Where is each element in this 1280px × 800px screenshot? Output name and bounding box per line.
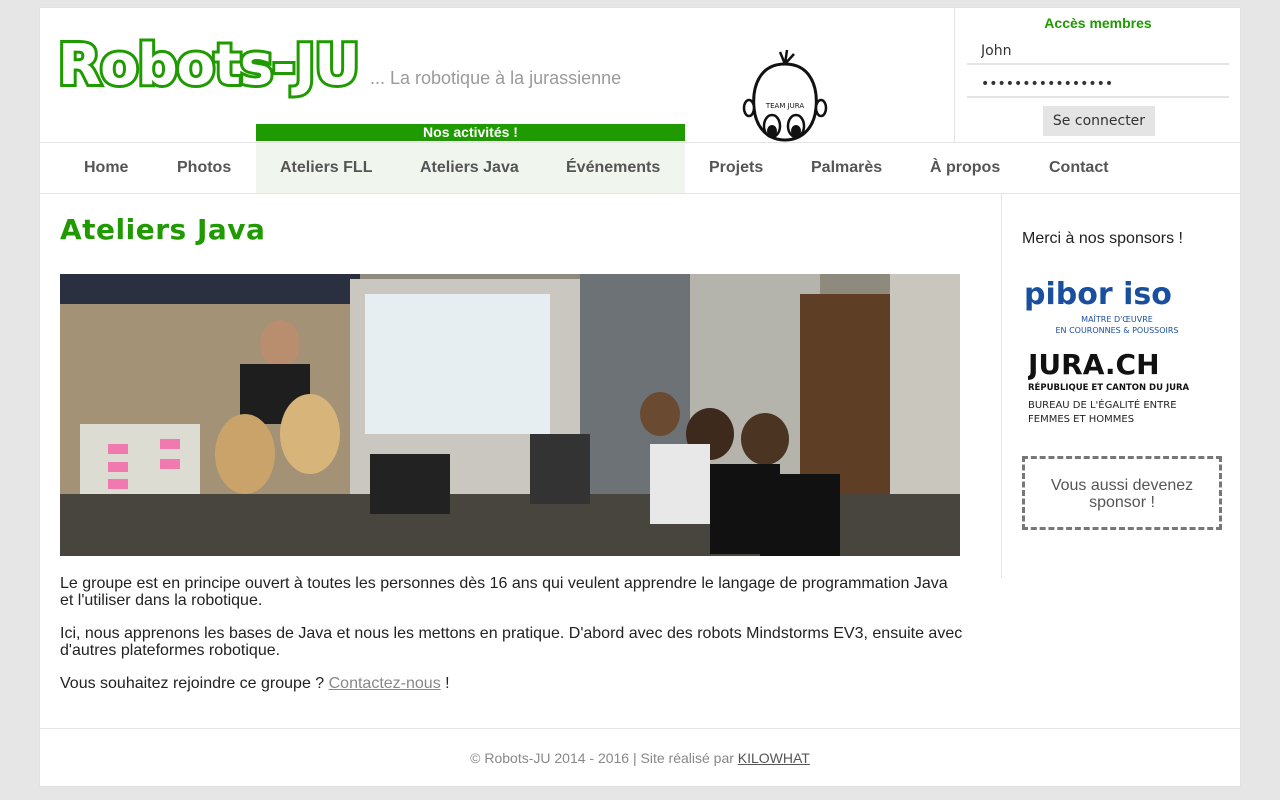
- main-nav: Home Photos Ateliers FLL Ateliers Java É…: [40, 143, 1240, 194]
- sponsors-title: Merci à nos sponsors !: [1022, 230, 1183, 247]
- become-sponsor-box[interactable]: Vous aussi devenez sponsor !: [1022, 456, 1222, 530]
- mascot-text: TEAM JURA: [765, 102, 805, 110]
- mascot-logo: TEAM JURA: [742, 49, 828, 142]
- nav-item-a-propos[interactable]: À propos: [930, 143, 1000, 193]
- member-title: Accès membres: [1044, 15, 1152, 31]
- sponsor1-name: pibor iso: [1024, 277, 1172, 312]
- sponsor2-sub2: BUREAU DE L'ÉGALITÉ ENTRE: [1028, 398, 1177, 411]
- details-paragraph: Ici, nous apprenons les bases de Java et…: [60, 625, 963, 659]
- site-tagline: ... La robotique à la jurassienne: [370, 68, 622, 88]
- intro-paragraph: Le groupe est en principe ouvert à toute…: [60, 575, 948, 609]
- footer: © Robots-JU 2014 - 2016 | Site réalisé p…: [40, 728, 1240, 787]
- sponsor2-sub1: RÉPUBLIQUE ET CANTON DU JURA: [1028, 381, 1190, 393]
- sponsor1-sub1: MAÎTRE D'ŒUVRE: [1081, 313, 1153, 324]
- sponsor2-sub3: FEMMES ET HOMMES: [1028, 414, 1134, 425]
- nav-item-photos[interactable]: Photos: [177, 143, 231, 193]
- nav-item-contact[interactable]: Contact: [1049, 143, 1109, 193]
- footer-kilowhat-link[interactable]: KILOWHAT: [738, 750, 810, 766]
- nav-item-projets[interactable]: Projets: [709, 143, 763, 193]
- join-text: Vous souhaitez rejoindre ce groupe ?: [60, 675, 329, 692]
- header: Robots-JU ... La robotique à la jurassie…: [40, 8, 1240, 143]
- page-title: Ateliers Java: [60, 213, 266, 246]
- member-login-box: Accès membres Se connecter: [954, 8, 1241, 142]
- sponsor2-name: JURA.CH: [1028, 348, 1160, 381]
- footer-text: © Robots-JU 2014 - 2016 | Site réalisé p…: [470, 750, 738, 766]
- page: Robots-JU ... La robotique à la jurassie…: [40, 8, 1240, 786]
- username-input[interactable]: [967, 39, 1229, 65]
- nav-item-evenements[interactable]: Événements: [566, 143, 660, 193]
- nav-item-home[interactable]: Home: [84, 143, 128, 193]
- login-button[interactable]: Se connecter: [1043, 106, 1155, 136]
- password-input[interactable]: [967, 72, 1229, 98]
- nav-item-ateliers-fll[interactable]: Ateliers FLL: [280, 143, 372, 193]
- nav-item-palmares[interactable]: Palmarès: [811, 143, 882, 193]
- join-paragraph: Vous souhaitez rejoindre ce groupe ? Con…: [60, 675, 965, 692]
- workshop-photo: [60, 274, 960, 556]
- site-logo[interactable]: Robots-JU: [55, 31, 363, 101]
- sidebar-divider: [1001, 194, 1002, 578]
- join-text-end: !: [440, 675, 450, 692]
- activities-banner: Nos activités !: [256, 124, 685, 141]
- nav-item-ateliers-java[interactable]: Ateliers Java: [420, 143, 519, 193]
- become-sponsor-text: Vous aussi devenez sponsor !: [1050, 477, 1194, 511]
- sponsor1-sub2: EN COURONNES & POUSSOIRS: [1055, 326, 1178, 335]
- contact-us-link[interactable]: Contactez-nous: [329, 675, 441, 692]
- sponsor-logo-jura[interactable]: JURA.CH RÉPUBLIQUE ET CANTON DU JURA BUR…: [1028, 346, 1208, 426]
- sponsor-logo-pibor[interactable]: pibor iso MAÎTRE D'ŒUVRE EN COURONNES & …: [1022, 272, 1212, 338]
